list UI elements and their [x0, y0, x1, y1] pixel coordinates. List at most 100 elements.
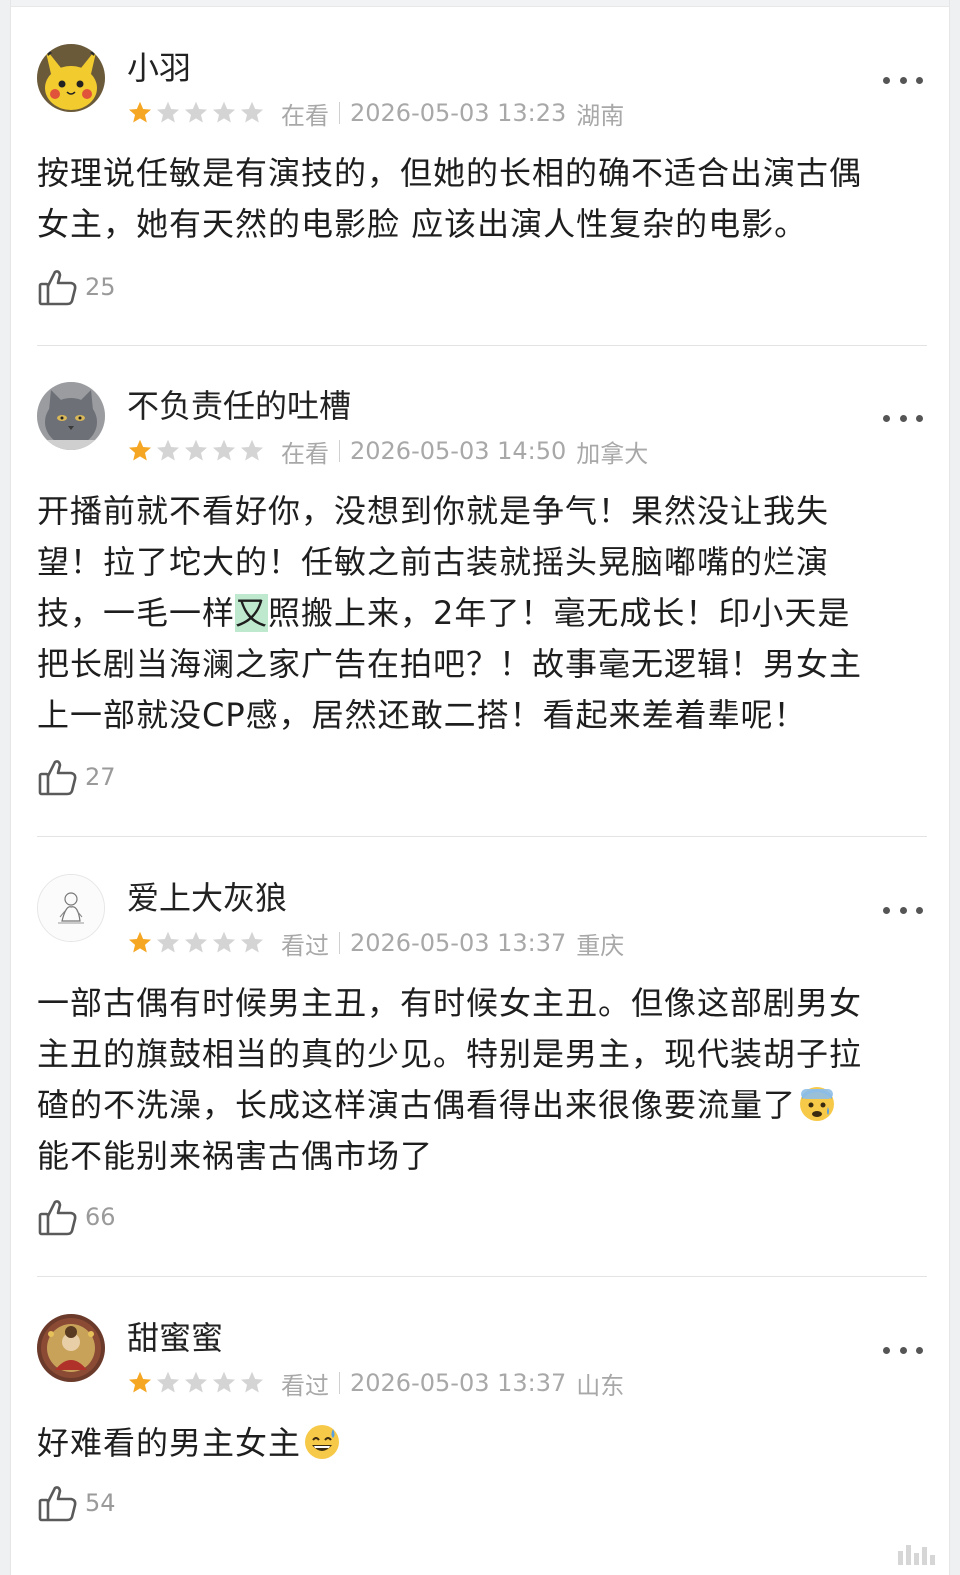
star-filled-icon: [127, 1370, 153, 1396]
star-empty-icon: [183, 100, 209, 126]
pikachu-avatar-icon: [37, 44, 105, 112]
more-options-button[interactable]: [883, 1340, 923, 1360]
review-datetime: 2026-05-03 14:50: [350, 437, 567, 465]
review-meta: 在看 2026-05-03 13:23 湖南: [127, 96, 624, 130]
thumbs-up-icon: [37, 1196, 79, 1238]
sweat-smile-emoji-icon: [303, 1423, 341, 1461]
watch-status: 在看: [281, 101, 329, 130]
like-button[interactable]: 25: [37, 266, 116, 308]
review-location: 重庆: [576, 931, 625, 960]
review-item: 甜蜜蜜 看过 2026-05-03 13:37 山东 好难看的男主女主 54: [11, 1314, 949, 1554]
sketch-avatar-icon: [38, 875, 104, 941]
ornate-portrait-avatar-icon: [37, 1314, 105, 1382]
dot-icon: [916, 906, 923, 914]
content-line: 好难看的男主女主: [37, 1418, 927, 1469]
review-location: 加拿大: [576, 439, 649, 468]
content-line: 开播前就不看好你，没想到你就是争气！果然没让我失: [37, 492, 830, 530]
review-item: 小羽 在看 2026-05-03 13:23 湖南 按理说任敏是有演技的，但她的…: [11, 44, 949, 334]
star-empty-icon: [239, 100, 265, 126]
watch-status: 在看: [281, 439, 329, 468]
review-content: 好难看的男主女主: [37, 1418, 927, 1469]
content-segment: 碴的不洗澡，长成这样演古偶看得出来很像要流量了: [37, 1086, 797, 1124]
highlighted-text: 又: [235, 594, 269, 632]
review-content: 开播前就不看好你，没想到你就是争气！果然没让我失 望！拉了坨大的！任敏之前古装就…: [37, 486, 927, 741]
thumbs-up-icon: [37, 266, 79, 308]
like-count: 25: [85, 273, 116, 301]
avatar[interactable]: [37, 382, 105, 450]
star-empty-icon: [239, 930, 265, 956]
username[interactable]: 甜蜜蜜: [127, 1318, 223, 1358]
content-line: 望！拉了坨大的！任敏之前古装就摇头晃脑嘟嘴的烂演: [37, 543, 830, 581]
content-segment: 照搬上来，2年了！毫无成长！印小天是: [268, 594, 851, 632]
dot-icon: [916, 1346, 923, 1354]
star-rating: [127, 438, 267, 464]
star-empty-icon: [239, 438, 265, 464]
more-options-button[interactable]: [883, 408, 923, 428]
divider: [37, 345, 927, 346]
more-options-button[interactable]: [883, 70, 923, 90]
thumbs-up-icon: [37, 1482, 79, 1524]
like-count: 66: [85, 1203, 116, 1231]
review-datetime: 2026-05-03 13:37: [350, 1369, 567, 1397]
divider: [37, 836, 927, 837]
top-edge: [11, 0, 949, 7]
avatar[interactable]: [37, 1314, 105, 1382]
content-line: 能不能别来祸害古偶市场了: [37, 1137, 434, 1175]
fearful-face-emoji-icon: [798, 1085, 836, 1123]
star-empty-icon: [155, 1370, 181, 1396]
star-empty-icon: [183, 438, 209, 464]
like-button[interactable]: 66: [37, 1196, 116, 1238]
star-empty-icon: [211, 438, 237, 464]
star-empty-icon: [155, 100, 181, 126]
star-rating: [127, 1370, 267, 1396]
dot-icon: [899, 414, 907, 422]
star-empty-icon: [155, 438, 181, 464]
thumbs-up-icon: [37, 756, 79, 798]
watermark-icon: [898, 1545, 935, 1565]
star-rating: [127, 100, 267, 126]
dot-icon: [916, 414, 923, 422]
review-content: 按理说任敏是有演技的，但她的长相的确不适合出演古偶 女主，她有天然的电影脸 应该…: [37, 148, 927, 250]
star-empty-icon: [155, 930, 181, 956]
star-empty-icon: [211, 1370, 237, 1396]
star-empty-icon: [211, 930, 237, 956]
like-count: 54: [85, 1489, 116, 1517]
content-line: 技，一毛一样又照搬上来，2年了！毫无成长！印小天是: [37, 588, 927, 639]
dot-icon: [883, 414, 890, 422]
dot-icon: [899, 1346, 907, 1354]
like-button[interactable]: 27: [37, 756, 116, 798]
like-button[interactable]: 54: [37, 1482, 116, 1524]
review-datetime: 2026-05-03 13:37: [350, 929, 567, 957]
avatar[interactable]: [37, 874, 105, 942]
username[interactable]: 小羽: [127, 48, 191, 88]
divider: [339, 102, 340, 124]
review-meta: 看过 2026-05-03 13:37 重庆: [127, 926, 624, 960]
review-location: 山东: [576, 1371, 625, 1400]
dot-icon: [883, 906, 890, 914]
divider: [339, 440, 340, 462]
content-line: 碴的不洗澡，长成这样演古偶看得出来很像要流量了: [37, 1080, 927, 1131]
reviews-page: 小羽 在看 2026-05-03 13:23 湖南 按理说任敏是有演技的，但她的…: [10, 0, 950, 1575]
dot-icon: [916, 76, 923, 84]
star-empty-icon: [183, 1370, 209, 1396]
content-segment: 好难看的男主女主: [37, 1424, 302, 1462]
username[interactable]: 爱上大灰狼: [127, 878, 287, 918]
watch-status: 看过: [281, 1371, 329, 1400]
watch-status: 看过: [281, 931, 329, 960]
review-meta: 看过 2026-05-03 13:37 山东: [127, 1366, 624, 1400]
gray-cat-avatar-icon: [37, 382, 105, 450]
star-filled-icon: [127, 930, 153, 956]
review-datetime: 2026-05-03 13:23: [350, 99, 567, 127]
content-line: 女主，她有天然的电影脸 应该出演人性复杂的电影。: [37, 205, 808, 243]
star-empty-icon: [183, 930, 209, 956]
content-line: 主丑的旗鼓相当的真的少见。特别是男主，现代装胡子拉: [37, 1035, 863, 1073]
avatar[interactable]: [37, 44, 105, 112]
content-line: 上一部就没CP感，居然还敢二搭！看起来差着辈呢！: [37, 696, 807, 734]
dot-icon: [899, 906, 907, 914]
like-count: 27: [85, 763, 116, 791]
review-meta: 在看 2026-05-03 14:50 加拿大: [127, 434, 648, 468]
username[interactable]: 不负责任的吐槽: [127, 386, 351, 426]
dot-icon: [899, 76, 907, 84]
divider: [37, 1276, 927, 1277]
more-options-button[interactable]: [883, 900, 923, 920]
